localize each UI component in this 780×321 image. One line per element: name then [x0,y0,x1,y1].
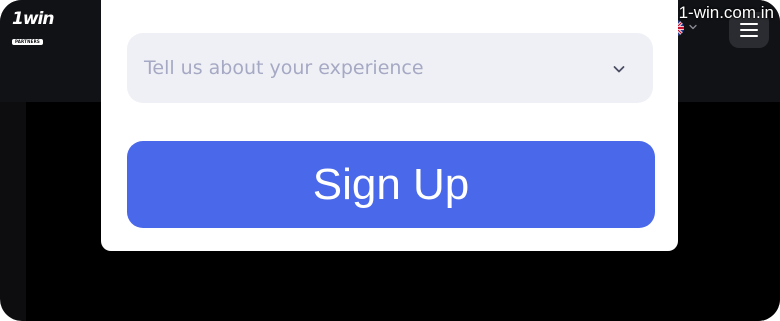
hamburger-menu-icon [740,23,758,37]
partners-logo[interactable]: 1win PARTNERS [12,9,54,45]
experience-select[interactable]: Tell us about your experience [127,33,653,103]
language-chevron-down-icon[interactable] [688,22,698,32]
signup-modal: Tell us about your experience Sign Up [101,0,678,251]
experience-placeholder: Tell us about your experience [144,57,424,79]
app-frame: 1win PARTNERS Tell us about your experie… [0,0,780,321]
watermark-text: 1-win.com.in [678,3,774,22]
logo-wordmark: 1win [12,9,54,29]
logo-subtext: PARTNERS [12,39,43,45]
sign-up-button[interactable]: Sign Up [127,141,655,228]
chevron-down-icon [612,61,626,75]
